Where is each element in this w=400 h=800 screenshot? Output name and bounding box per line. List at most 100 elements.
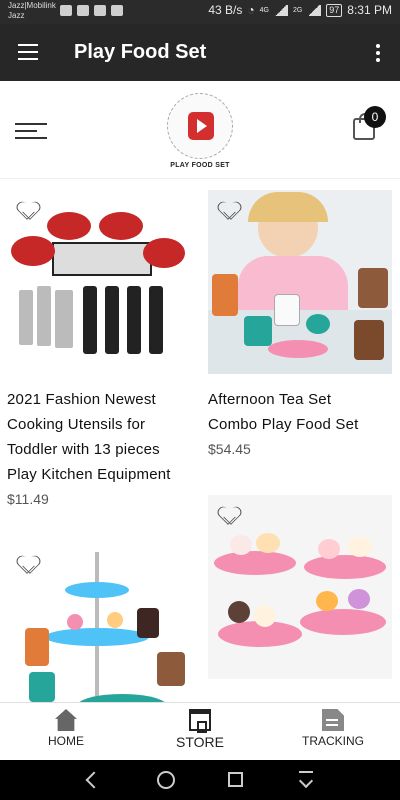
product-title-line: Toddler with 13 pieces: [7, 441, 160, 458]
product-card[interactable]: 2021 Fashion Newest Cooking Utensils for…: [7, 190, 191, 507]
notification-down-icon[interactable]: [297, 771, 315, 789]
notification-icons: [60, 5, 123, 16]
back-icon[interactable]: [85, 771, 103, 789]
chalkboard-shape: [358, 268, 388, 308]
system-navigation-bar: [0, 760, 400, 800]
cookie-shape: [230, 535, 252, 555]
child-hair-shape: [248, 192, 328, 222]
product-title[interactable]: Afternoon Tea Set Combo Play Food Set: [208, 387, 392, 437]
cup-shape: [244, 316, 272, 346]
usb-icon: [60, 5, 72, 16]
brand-header: PLAY FOOD SET: [0, 81, 400, 179]
chalkboard-shape: [157, 652, 185, 686]
cake-stand-plate-shape: [214, 551, 296, 575]
signal-icon-2: [307, 4, 322, 16]
drawer-menu-icon[interactable]: [15, 123, 47, 139]
network-speed: 43 B/s: [208, 3, 243, 17]
cookie-shape: [348, 537, 372, 557]
product-price: $54.45: [208, 441, 251, 457]
jar-shape: [212, 274, 238, 316]
wishlist-heart-icon[interactable]: [220, 202, 238, 218]
product-card[interactable]: Afternoon Tea Set Combo Play Food Set $5…: [208, 190, 392, 457]
tier-plate-shape: [65, 582, 129, 598]
home-circle-icon[interactable]: [157, 771, 175, 789]
gmail-icon: [111, 5, 123, 16]
donut-shape: [107, 612, 123, 628]
macaron-shape: [348, 589, 370, 609]
signal-4g-label: 4G: [259, 6, 269, 14]
tray-shape: [77, 694, 167, 702]
status-bar: Jazz|Mobilink Jazz 43 B/s ◔ 4G 2G 97 8:3…: [0, 0, 400, 24]
product-title-line: Cooking Utensils for: [7, 416, 146, 433]
cake-shape: [254, 605, 276, 627]
product-title-line: Play Kitchen Equipment: [7, 466, 171, 483]
cup-shape: [29, 672, 55, 702]
carrier-line-2: Jazz: [8, 11, 25, 20]
utensil-shape: [149, 286, 163, 354]
app-title: Play Food Set: [74, 41, 207, 63]
nav-home-label: HOME: [48, 734, 84, 748]
menu-icon[interactable]: [18, 44, 38, 60]
battery-icon: 97: [326, 3, 343, 17]
tier-plate-shape: [45, 628, 149, 646]
nav-tracking-label: TRACKING: [301, 734, 364, 748]
product-title-line: Combo Play Food Set: [208, 416, 359, 433]
macaron-shape: [318, 539, 340, 559]
nav-store[interactable]: STORE: [150, 709, 250, 750]
home-icon: [55, 709, 77, 731]
cake-stand-plate-shape: [304, 555, 386, 579]
carrier-name: Jazz|Mobilink Jazz: [8, 1, 56, 21]
knife-shape: [19, 290, 33, 345]
product-price: $11.49: [7, 491, 49, 507]
utensil-shape: [127, 286, 141, 354]
play-icon: [188, 112, 214, 140]
product-grid: 2021 Fashion Newest Cooking Utensils for…: [0, 180, 400, 702]
product-image[interactable]: [7, 544, 191, 702]
carrier-line-1: Jazz|Mobilink: [8, 1, 56, 10]
store-icon: [189, 709, 211, 733]
product-title[interactable]: 2021 Fashion Newest Cooking Utensils for…: [7, 387, 191, 487]
wifi-icon: ◔: [247, 3, 255, 17]
recents-icon[interactable]: [228, 772, 243, 787]
utensil-shape: [83, 286, 97, 354]
product-card[interactable]: [208, 495, 392, 679]
tracking-icon: [322, 709, 344, 731]
signal-icon: [273, 4, 288, 16]
store-logo[interactable]: PLAY FOOD SET: [166, 93, 234, 169]
knife-shape: [55, 290, 73, 348]
product-title-line: 2021 Fashion Newest: [7, 391, 156, 408]
pot-shape: [99, 212, 143, 240]
logo-badge: [167, 93, 233, 159]
product-image[interactable]: [208, 190, 392, 374]
more-options-icon[interactable]: [376, 44, 382, 62]
chocolate-cake-shape: [228, 601, 250, 623]
teapot-shape: [274, 294, 300, 326]
jar-shape: [25, 628, 49, 666]
pot-shape: [143, 238, 185, 268]
knife-shape: [37, 286, 51, 346]
pot-shape: [11, 236, 55, 266]
product-image[interactable]: [7, 190, 191, 374]
utensil-shape: [105, 286, 119, 354]
pot-shape: [47, 212, 91, 240]
nav-store-label: STORE: [176, 734, 224, 750]
signal-2g-label: 2G: [292, 6, 303, 14]
status-right: 43 B/s ◔ 4G 2G 97 8:31 PM: [208, 3, 392, 17]
youtube-icon: [94, 5, 106, 16]
cup-shape: [306, 314, 330, 334]
logo-text: PLAY FOOD SET: [170, 162, 230, 169]
stand-pole-shape: [95, 552, 99, 702]
product-card[interactable]: [7, 544, 191, 702]
wishlist-heart-icon[interactable]: [220, 507, 238, 523]
product-image[interactable]: [208, 495, 392, 679]
product-title-line: Afternoon Tea Set: [208, 391, 332, 408]
grinder-shape: [354, 320, 384, 360]
cookie-shape: [256, 533, 280, 553]
nav-home[interactable]: HOME: [16, 709, 116, 748]
coffee-bag-shape: [137, 608, 159, 638]
wishlist-heart-icon[interactable]: [19, 202, 37, 218]
clock: 8:31 PM: [347, 3, 392, 17]
nav-tracking[interactable]: TRACKING: [283, 709, 383, 748]
wishlist-heart-icon[interactable]: [19, 556, 37, 572]
macaron-shape: [316, 591, 338, 611]
